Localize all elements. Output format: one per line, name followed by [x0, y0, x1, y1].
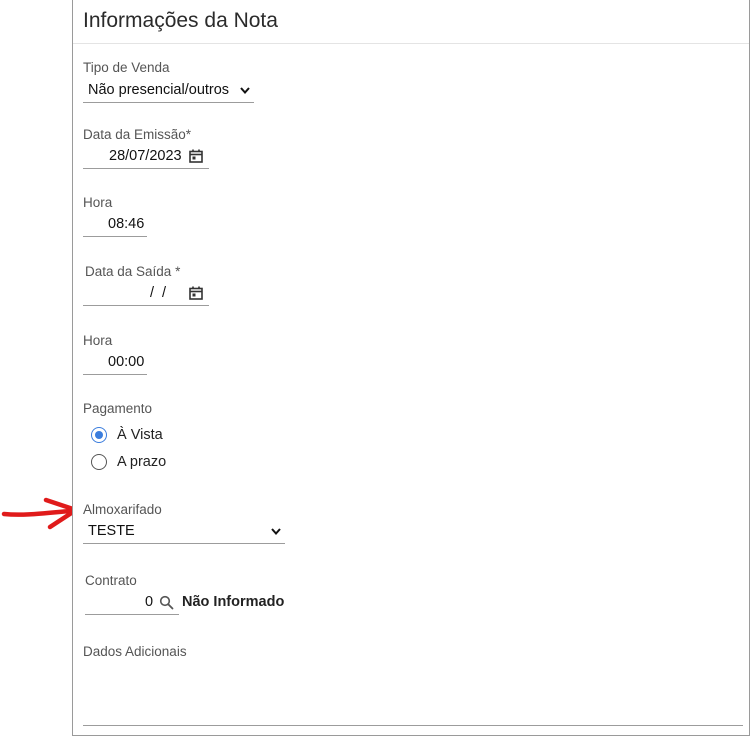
hora-emissao-value: 08:46 — [108, 216, 145, 232]
data-emissao-input[interactable]: 28/07/2023 — [83, 144, 209, 169]
chevron-down-icon — [240, 87, 250, 95]
contrato-input[interactable]: 0 — [85, 590, 179, 615]
radio-button-checked[interactable] — [91, 427, 107, 443]
panel-title: Informações da Nota — [83, 9, 278, 32]
almoxarifado-value: TESTE — [88, 523, 135, 539]
dados-adicionais-textarea[interactable] — [83, 672, 743, 726]
almoxarifado-select[interactable]: TESTE — [83, 519, 285, 544]
search-icon[interactable] — [159, 595, 174, 610]
data-saida-input[interactable]: / / — [83, 281, 209, 306]
radio-a-vista-label: À Vista — [117, 427, 163, 443]
contrato-label: Contrato — [85, 573, 137, 588]
radio-a-vista[interactable]: À Vista — [91, 424, 163, 446]
dados-adicionais-label: Dados Adicionais — [83, 644, 187, 659]
nota-info-panel: Informações da Nota Tipo de Venda Não pr… — [72, 0, 750, 736]
hora-emissao-input[interactable]: 08:46 — [83, 212, 147, 237]
tipo-venda-value: Não presencial/outros — [88, 82, 230, 98]
chevron-down-icon — [271, 528, 281, 536]
contrato-value: 0 — [145, 594, 154, 610]
data-saida-label: Data da Saída * — [85, 264, 181, 279]
title-divider — [73, 43, 749, 44]
hora-saida-input[interactable]: 00:00 — [83, 350, 147, 375]
data-emissao-label: Data da Emissão* — [83, 127, 192, 142]
hora-saida-label: Hora — [83, 333, 113, 348]
almoxarifado-label: Almoxarifado — [83, 502, 162, 517]
pagamento-label: Pagamento — [83, 401, 153, 416]
radio-a-prazo[interactable]: A prazo — [91, 451, 166, 473]
red-arrow-icon — [1, 497, 79, 530]
data-emissao-value: 28/07/2023 — [109, 148, 182, 164]
radio-a-prazo-label: A prazo — [117, 454, 167, 470]
data-saida-value: / / — [150, 285, 167, 301]
calendar-icon[interactable] — [189, 149, 203, 163]
tipo-venda-select[interactable]: Não presencial/outros — [83, 78, 254, 103]
radio-button-unchecked[interactable] — [91, 454, 107, 470]
tipo-venda-label: Tipo de Venda — [83, 60, 170, 75]
hora-emissao-label: Hora — [83, 195, 113, 210]
hora-saida-value: 00:00 — [108, 354, 145, 370]
contrato-description: Não Informado — [182, 594, 285, 610]
calendar-icon[interactable] — [189, 286, 203, 300]
